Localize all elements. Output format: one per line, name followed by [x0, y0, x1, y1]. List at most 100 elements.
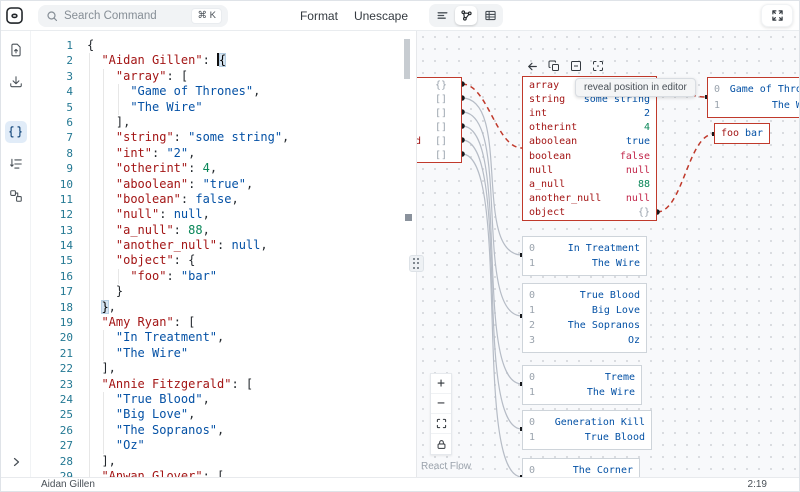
line-number: 18	[31, 300, 75, 315]
line-number: 16	[31, 269, 75, 284]
array-node[interactable]: 0True Blood1Big Love2The Sopranos3Oz	[522, 283, 647, 353]
array-node[interactable]: 0Treme1The Wire	[522, 365, 642, 405]
editor-line[interactable]: 28],	[31, 454, 416, 469]
tab-text-view[interactable]	[431, 6, 453, 25]
root-object-node[interactable]: {}[][][]rd[][]	[416, 77, 462, 163]
focus-icon[interactable]	[591, 59, 605, 73]
editor-line[interactable]: 18},	[31, 300, 416, 315]
node-row[interactable]: otherint4	[523, 121, 656, 135]
node-row[interactable]: abooleantrue	[523, 135, 656, 149]
panel-resize-handle[interactable]	[409, 255, 424, 272]
editor-line[interactable]: 3"array": [	[31, 69, 416, 84]
editor-line[interactable]: 6],	[31, 115, 416, 130]
editor-line[interactable]: 17}	[31, 284, 416, 299]
code-text: "Annie Fitzgerald": [	[87, 377, 253, 392]
editor-line[interactable]: 1{	[31, 38, 416, 53]
zoom-out-button[interactable]: −	[431, 394, 451, 414]
left-sidebar	[1, 31, 31, 477]
app-window: ⌘ K Format Unescape	[0, 0, 800, 492]
editor-line[interactable]: 4"Game of Thrones",	[31, 84, 416, 99]
tooltip: reveal position in editor	[575, 78, 696, 97]
filter-tool-button[interactable]	[5, 153, 27, 175]
editor-line[interactable]: 21"The Wire"	[31, 346, 416, 361]
unescape-button[interactable]: Unescape	[346, 5, 416, 27]
array-node[interactable]: 0In Treatment1The Wire	[522, 236, 647, 276]
search-input[interactable]	[64, 10, 192, 22]
code-text: "string": "some string",	[87, 130, 289, 145]
format-button[interactable]: Format	[292, 5, 346, 27]
file-upload-button[interactable]	[5, 39, 27, 61]
editor-line[interactable]: 15"object": {	[31, 253, 416, 268]
line-number: 25	[31, 407, 75, 422]
command-search[interactable]: ⌘ K	[38, 5, 228, 27]
editor-line[interactable]: 19"Amy Ryan": [	[31, 315, 416, 330]
collapse-icon[interactable]	[569, 59, 583, 73]
back-arrow-icon[interactable]	[525, 59, 539, 73]
editor-line[interactable]: 20"In Treatment",	[31, 330, 416, 345]
lock-button[interactable]	[431, 434, 451, 454]
array-node[interactable]: 0Game of Thrones1The Wire	[707, 77, 799, 118]
graph-panel[interactable]: {}[][][]rd[][] array[]stringsome stringin…	[416, 31, 799, 477]
code-text: "Oz"	[87, 438, 145, 453]
status-cursor-position: 2:19	[748, 479, 767, 490]
sidebar-collapse-button[interactable]	[5, 451, 27, 473]
editor-line[interactable]: 24"True Blood",	[31, 392, 416, 407]
array-node[interactable]: 0Generation Kill1True Blood	[522, 410, 652, 450]
copy-icon[interactable]	[547, 59, 561, 73]
reactflow-attribution[interactable]: React Flow	[421, 461, 471, 472]
editor-line[interactable]: 14"another_null": null,	[31, 238, 416, 253]
editor-line[interactable]: 10"aboolean": "true",	[31, 177, 416, 192]
header-right	[416, 4, 799, 27]
editor-line[interactable]: 26"The Sopranos",	[31, 423, 416, 438]
editor-overview-marker	[405, 214, 412, 221]
editor-line[interactable]: 8"int": "2",	[31, 146, 416, 161]
editor-line[interactable]: 22],	[31, 361, 416, 376]
node-row[interactable]: nullnull	[523, 163, 656, 177]
fullscreen-button[interactable]	[761, 4, 793, 27]
editor-line[interactable]: 16"foo": "bar"	[31, 269, 416, 284]
editor-line[interactable]: 13"a_null": 88,	[31, 223, 416, 238]
fit-view-button[interactable]	[431, 414, 451, 434]
editor-line[interactable]: 27"Oz"	[31, 438, 416, 453]
table-view-icon	[484, 9, 497, 22]
node-row: rd[]	[416, 134, 461, 148]
json-editor-tool-button[interactable]	[5, 121, 27, 143]
nodes-tool-button[interactable]	[5, 185, 27, 207]
zoom-in-button[interactable]: +	[431, 374, 451, 394]
code-text: "otherint": 4,	[87, 161, 217, 176]
node-row[interactable]: int2	[523, 106, 656, 120]
tab-table-view[interactable]	[479, 6, 501, 25]
node-row[interactable]: object{}	[523, 206, 656, 220]
graph-edge	[462, 98, 522, 255]
line-number: 11	[31, 192, 75, 207]
line-number: 4	[31, 84, 75, 99]
node-row[interactable]: another_nullnull	[523, 192, 656, 206]
code-text: "int": "2",	[87, 146, 195, 161]
node-row: 0In Treatment	[523, 241, 646, 256]
line-number: 7	[31, 130, 75, 145]
editor-line[interactable]: 12"null": null,	[31, 207, 416, 222]
editor-scrollbar[interactable]	[404, 39, 410, 79]
code-editor[interactable]: 1{2"Aidan Gillen": {3"array": [4"Game of…	[31, 31, 416, 477]
download-button[interactable]	[5, 71, 27, 93]
tab-graph-view[interactable]	[455, 6, 477, 25]
editor-line[interactable]: 7 "string": "some string",	[31, 130, 416, 145]
editor-line[interactable]: 9"otherint": 4,	[31, 161, 416, 176]
editor-line[interactable]: 29"Anwan Glover": [	[31, 469, 416, 477]
node-row: 2The Sopranos	[523, 318, 646, 333]
object-detail-node[interactable]: array[]stringsome stringint2otherint4abo…	[522, 76, 657, 221]
graph-edge	[657, 134, 714, 212]
search-shortcut-chip: ⌘ K	[191, 8, 221, 24]
app-logo-icon[interactable]	[1, 6, 28, 25]
editor-line[interactable]: 11"boolean": false,	[31, 192, 416, 207]
editor-line[interactable]: 23"Annie Fitzgerald": [	[31, 377, 416, 392]
editor-line[interactable]: 2"Aidan Gillen": {	[31, 53, 416, 68]
node-row[interactable]: booleanfalse	[523, 149, 656, 163]
array-node[interactable]: 0The Corner	[522, 458, 640, 477]
editor-line[interactable]: 5"The Wire"	[31, 100, 416, 115]
search-icon	[46, 10, 58, 22]
status-json-path[interactable]: Aidan Gillen	[41, 479, 95, 490]
leaf-node[interactable]: foobar	[714, 123, 770, 144]
editor-line[interactable]: 25"Big Love",	[31, 407, 416, 422]
node-row[interactable]: a_null88	[523, 177, 656, 191]
